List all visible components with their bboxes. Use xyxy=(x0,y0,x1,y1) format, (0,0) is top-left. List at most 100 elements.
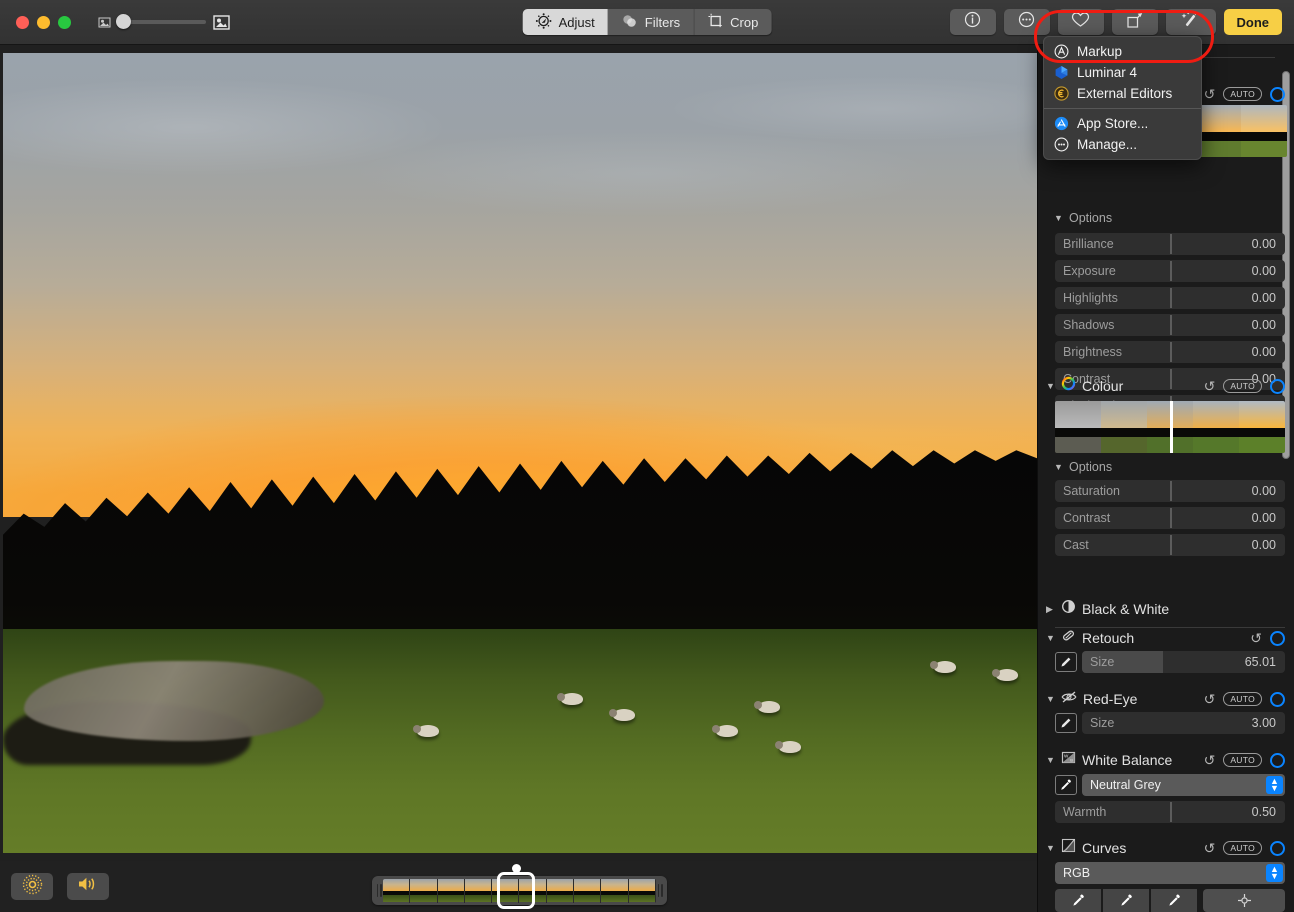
section-red-eye[interactable]: ▼ Red-Eye ↺ AUTO Size 3.00 xyxy=(1038,688,1294,734)
slider-red-eye-size[interactable]: Size 3.00 xyxy=(1082,712,1285,734)
slider-warmth[interactable]: Warmth 0.50 xyxy=(1055,801,1285,823)
slider-saturation[interactable]: Saturation 0.00 xyxy=(1055,480,1285,502)
chevron-updown-icon[interactable]: ▲▼ xyxy=(1266,776,1283,794)
red-eye-size-row[interactable]: Size 3.00 xyxy=(1055,712,1285,734)
menu-item-luminar-4[interactable]: Luminar 4 xyxy=(1044,62,1201,83)
light-toggle[interactable] xyxy=(1270,87,1285,102)
zoom-button[interactable] xyxy=(58,16,71,29)
section-white-balance-header[interactable]: ▼ WB White Balance ↺ AUTO xyxy=(1038,749,1294,771)
audio-button[interactable] xyxy=(67,873,109,900)
chevron-down-icon[interactable]: ▼ xyxy=(1054,213,1063,223)
slider-retouch-size[interactable]: Size 65.01 xyxy=(1082,651,1285,673)
preview-thumb[interactable] xyxy=(1055,401,1101,453)
light-options-header[interactable]: ▼ Options xyxy=(1038,208,1112,228)
retouch-toggle[interactable] xyxy=(1270,631,1285,646)
curves-channel-row[interactable]: RGB ▲▼ xyxy=(1055,862,1285,884)
info-button[interactable] xyxy=(950,9,996,35)
curves-auto-button[interactable]: AUTO xyxy=(1223,841,1262,855)
red-eye-brush-icon[interactable] xyxy=(1055,713,1077,733)
chevron-down-icon[interactable]: ▼ xyxy=(1046,633,1055,643)
section-retouch-header[interactable]: ▼ Retouch ↺ xyxy=(1038,627,1294,649)
tab-filters[interactable]: Filters xyxy=(609,9,694,35)
white-balance-mode-row[interactable]: Neutral Grey ▲▼ xyxy=(1055,774,1285,796)
curves-channel-select[interactable]: RGB ▲▼ xyxy=(1055,862,1285,884)
menu-item-markup[interactable]: Markup xyxy=(1044,41,1201,62)
zoom-slider-knob[interactable] xyxy=(116,14,131,29)
white-point-eyedropper-button[interactable] xyxy=(1151,889,1197,912)
black-point-eyedropper-button[interactable] xyxy=(1055,889,1101,912)
retouch-size-row[interactable]: Size 65.01 xyxy=(1055,651,1285,673)
red-eye-reset-icon[interactable]: ↺ xyxy=(1204,691,1216,708)
photo-viewer[interactable] xyxy=(0,45,1037,861)
chevron-down-icon[interactable]: ▼ xyxy=(1046,694,1055,704)
slider-exposure[interactable]: Exposure 0.00 xyxy=(1055,260,1285,282)
colour-options-header[interactable]: ▼ Options xyxy=(1038,457,1294,477)
extensions-button[interactable] xyxy=(1004,9,1050,35)
white-balance-auto-button[interactable]: AUTO xyxy=(1223,753,1262,767)
section-colour[interactable]: ▼ Colour ↺ AUTO xyxy=(1038,375,1294,556)
done-button[interactable]: Done xyxy=(1224,9,1283,35)
zoom-slider[interactable] xyxy=(118,20,206,24)
colour-reset-icon[interactable]: ↺ xyxy=(1204,378,1216,395)
auto-enhance-button[interactable] xyxy=(1166,9,1216,35)
curves-reset-icon[interactable]: ↺ xyxy=(1204,840,1216,857)
tab-adjust[interactable]: Adjust xyxy=(523,9,609,35)
slider-highlights[interactable]: Highlights 0.00 xyxy=(1055,287,1285,309)
chevron-down-icon[interactable]: ▼ xyxy=(1046,843,1055,853)
preview-thumb[interactable] xyxy=(1101,401,1147,453)
rotate-button[interactable] xyxy=(1112,9,1158,35)
preview-thumb[interactable] xyxy=(1193,401,1239,453)
filmstrip-frame[interactable] xyxy=(601,879,628,903)
filmstrip-trim-left[interactable] xyxy=(375,883,383,899)
filmstrip-frame[interactable] xyxy=(410,879,437,903)
menu-item-manage[interactable]: Manage... xyxy=(1044,134,1201,155)
add-point-button[interactable] xyxy=(1203,889,1285,912)
curves-toggle[interactable] xyxy=(1270,841,1285,856)
edit-mode-segmented-control[interactable]: Adjust Filters Crop xyxy=(523,9,772,35)
filmstrip-frame[interactable] xyxy=(547,879,574,903)
slider-colour-contrast[interactable]: Contrast 0.00 xyxy=(1055,507,1285,529)
chevron-right-icon[interactable]: ▶ xyxy=(1046,604,1055,615)
chevron-down-icon[interactable]: ▼ xyxy=(1046,755,1055,765)
chevron-down-icon[interactable]: ▼ xyxy=(1046,381,1055,391)
close-button[interactable] xyxy=(16,16,29,29)
favorite-button[interactable] xyxy=(1058,9,1104,35)
filmstrip-frame[interactable] xyxy=(438,879,465,903)
light-reset-icon[interactable]: ↺ xyxy=(1204,86,1216,103)
menu-item-external-editors[interactable]: External Editors xyxy=(1044,83,1201,104)
white-balance-toggle[interactable] xyxy=(1270,753,1285,768)
chevron-updown-icon[interactable]: ▲▼ xyxy=(1266,864,1283,882)
grey-point-eyedropper-button[interactable] xyxy=(1103,889,1149,912)
eyedropper-icon[interactable] xyxy=(1055,775,1077,795)
filmstrip-frame[interactable] xyxy=(465,879,492,903)
filmstrip-playhead[interactable] xyxy=(497,872,535,909)
light-auto-button[interactable]: AUTO xyxy=(1223,87,1262,101)
red-eye-toggle[interactable] xyxy=(1270,692,1285,707)
colour-toggle[interactable] xyxy=(1270,379,1285,394)
extensions-dropdown-menu[interactable]: Markup Luminar 4 External Editors App St… xyxy=(1043,36,1202,160)
colour-preview-thumbnails[interactable] xyxy=(1055,401,1285,453)
preview-thumb[interactable] xyxy=(1241,105,1287,157)
minimize-button[interactable] xyxy=(37,16,50,29)
section-retouch[interactable]: ▼ Retouch ↺ Size 65.01 xyxy=(1038,627,1294,673)
section-white-balance[interactable]: ▼ WB White Balance ↺ AUTO Neutral Grey ▲… xyxy=(1038,749,1294,823)
filmstrip-frame[interactable] xyxy=(574,879,601,903)
white-balance-reset-icon[interactable]: ↺ xyxy=(1204,752,1216,769)
section-curves-header[interactable]: ▼ Curves ↺ AUTO xyxy=(1038,837,1294,859)
filmstrip-trim-right[interactable] xyxy=(656,883,664,899)
tab-crop[interactable]: Crop xyxy=(694,9,771,35)
section-colour-header[interactable]: ▼ Colour ↺ AUTO xyxy=(1038,375,1294,397)
section-curves[interactable]: ▼ Curves ↺ AUTO RGB ▲▼ xyxy=(1038,837,1294,912)
retouch-reset-icon[interactable]: ↺ xyxy=(1250,630,1262,647)
section-red-eye-header[interactable]: ▼ Red-Eye ↺ AUTO xyxy=(1038,688,1294,710)
slider-shadows[interactable]: Shadows 0.00 xyxy=(1055,314,1285,336)
retouch-brush-icon[interactable] xyxy=(1055,652,1077,672)
section-bw-header[interactable]: ▶ Black & White xyxy=(1038,598,1294,620)
filmstrip-frame[interactable] xyxy=(383,879,410,903)
adjustments-panel[interactable]: ▼ Light ↺ AUTO xyxy=(1037,45,1294,912)
preview-thumb[interactable] xyxy=(1239,401,1285,453)
slider-brilliance[interactable]: Brilliance 0.00 xyxy=(1055,233,1285,255)
white-balance-mode-select[interactable]: Neutral Grey ▲▼ xyxy=(1082,774,1285,796)
red-eye-auto-button[interactable]: AUTO xyxy=(1223,692,1262,706)
slider-cast[interactable]: Cast 0.00 xyxy=(1055,534,1285,556)
